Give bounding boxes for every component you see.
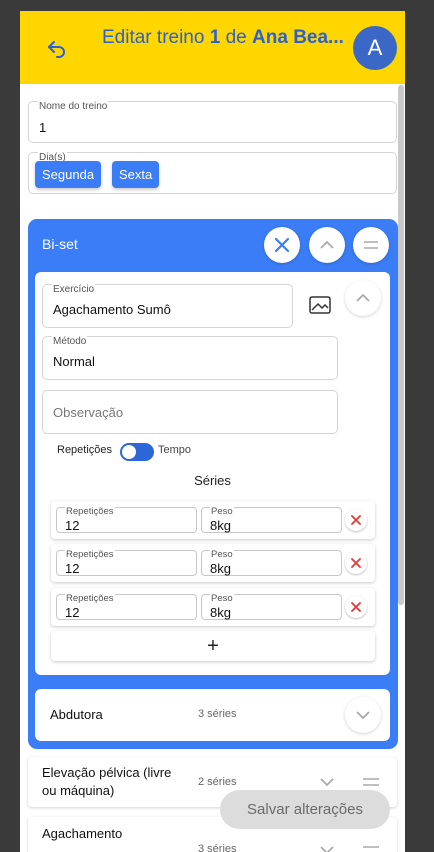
serie-row: Repetições 12 Peso 8kg bbox=[51, 501, 375, 539]
collapse-exercise-button[interactable] bbox=[345, 280, 381, 316]
reps-value: 12 bbox=[65, 518, 80, 533]
drag-handle-icon bbox=[364, 241, 378, 249]
expand-exercise-button[interactable] bbox=[345, 697, 381, 733]
close-icon bbox=[351, 602, 361, 612]
reps-field[interactable]: Repetições 12 bbox=[56, 550, 197, 576]
serie-row: Repetições 12 Peso 8kg bbox=[51, 588, 375, 626]
exercise-name: Elevação pélvica (livre ou máquina) bbox=[42, 765, 172, 798]
delete-serie-button[interactable] bbox=[345, 552, 367, 574]
chevron-up-icon bbox=[320, 240, 334, 249]
exercise-name: Abdutora bbox=[50, 707, 103, 722]
reps-value: 12 bbox=[65, 561, 80, 576]
day-chip-sexta[interactable]: Sexta bbox=[112, 161, 160, 188]
reps-label: Repetições bbox=[65, 506, 115, 517]
app-screen: Editar treino 1 de Ana Bea... A Nome do … bbox=[20, 11, 405, 852]
close-icon bbox=[274, 237, 290, 253]
reps-label: Repetições bbox=[65, 593, 115, 604]
reps-label: Repetições bbox=[65, 549, 115, 560]
chevron-up-icon bbox=[356, 293, 370, 302]
weight-value: 8kg bbox=[210, 605, 231, 620]
toggle-right-label: Tempo bbox=[158, 444, 192, 456]
day-chip-segunda[interactable]: Segunda bbox=[35, 161, 102, 188]
page-title: Editar treino 1 de Ana Bea... bbox=[102, 27, 344, 48]
reps-field[interactable]: Repetições 12 bbox=[56, 507, 197, 533]
weight-value: 8kg bbox=[210, 518, 231, 533]
exercise-series-count: 3 séries bbox=[198, 843, 237, 852]
weight-label: Peso bbox=[210, 506, 234, 517]
workout-name-value: 1 bbox=[39, 120, 47, 135]
observation-field[interactable]: Observação bbox=[42, 390, 338, 434]
scrollbar[interactable] bbox=[398, 85, 404, 605]
serie-row: Repetições 12 Peso 8kg bbox=[51, 544, 375, 582]
weight-field[interactable]: Peso 8kg bbox=[201, 507, 342, 533]
workout-name-field[interactable]: Nome do treino 1 bbox=[28, 101, 397, 143]
reps-field[interactable]: Repetições 12 bbox=[56, 594, 197, 620]
back-icon[interactable] bbox=[45, 36, 69, 60]
header-bar: Editar treino 1 de Ana Bea... A bbox=[20, 11, 405, 84]
close-icon bbox=[351, 558, 361, 568]
exercise-row-abdutora[interactable]: Abdutora 3 séries bbox=[35, 689, 390, 741]
exercise-label: Exercício bbox=[52, 284, 96, 295]
add-serie-button[interactable]: + bbox=[51, 631, 375, 661]
reps-time-toggle[interactable] bbox=[120, 443, 154, 461]
image-icon[interactable] bbox=[309, 296, 331, 319]
close-icon bbox=[351, 515, 361, 525]
weight-field[interactable]: Peso 8kg bbox=[201, 550, 342, 576]
form-content: Nome do treino 1 Dia(s) Segunda Sexta Bi… bbox=[20, 84, 405, 852]
biset-title: Bi-set bbox=[42, 236, 78, 252]
reps-value: 12 bbox=[65, 605, 80, 620]
chevron-down-icon bbox=[356, 711, 370, 720]
method-value: Normal bbox=[53, 354, 95, 369]
method-label: Método bbox=[52, 336, 88, 347]
exercise-card: Exercício Agachamento Sumô Método Normal… bbox=[35, 272, 390, 675]
weight-value: 8kg bbox=[210, 561, 231, 576]
toggle-knob bbox=[122, 445, 136, 459]
method-field[interactable]: Método Normal bbox=[42, 336, 338, 380]
exercise-field[interactable]: Exercício Agachamento Sumô bbox=[42, 284, 293, 328]
delete-serie-button[interactable] bbox=[345, 509, 367, 531]
move-up-button[interactable] bbox=[309, 227, 345, 263]
exercise-value: Agachamento Sumô bbox=[53, 302, 171, 317]
weight-label: Peso bbox=[210, 593, 234, 604]
remove-group-button[interactable] bbox=[264, 227, 300, 263]
workout-name-label: Nome do treino bbox=[38, 101, 109, 112]
chevron-down-icon[interactable] bbox=[318, 843, 336, 852]
avatar[interactable]: A bbox=[353, 26, 397, 70]
exercise-series-count: 3 séries bbox=[198, 708, 237, 720]
drag-handle-button[interactable] bbox=[353, 227, 389, 263]
biset-group: Bi-set Exercício Agachamento Sumô Método… bbox=[28, 219, 398, 749]
toggle-left-label: Repetições bbox=[57, 444, 113, 456]
weight-label: Peso bbox=[210, 549, 234, 560]
delete-serie-button[interactable] bbox=[345, 596, 367, 618]
observation-placeholder: Observação bbox=[53, 405, 124, 420]
exercise-series-count: 2 séries bbox=[198, 776, 237, 788]
weight-field[interactable]: Peso 8kg bbox=[201, 594, 342, 620]
drag-handle-icon[interactable] bbox=[362, 843, 380, 852]
exercise-name: Agachamento bbox=[42, 826, 123, 841]
avatar-letter: A bbox=[367, 35, 383, 60]
series-title: Séries bbox=[194, 473, 231, 488]
save-changes-button[interactable]: Salvar alterações bbox=[220, 790, 390, 829]
